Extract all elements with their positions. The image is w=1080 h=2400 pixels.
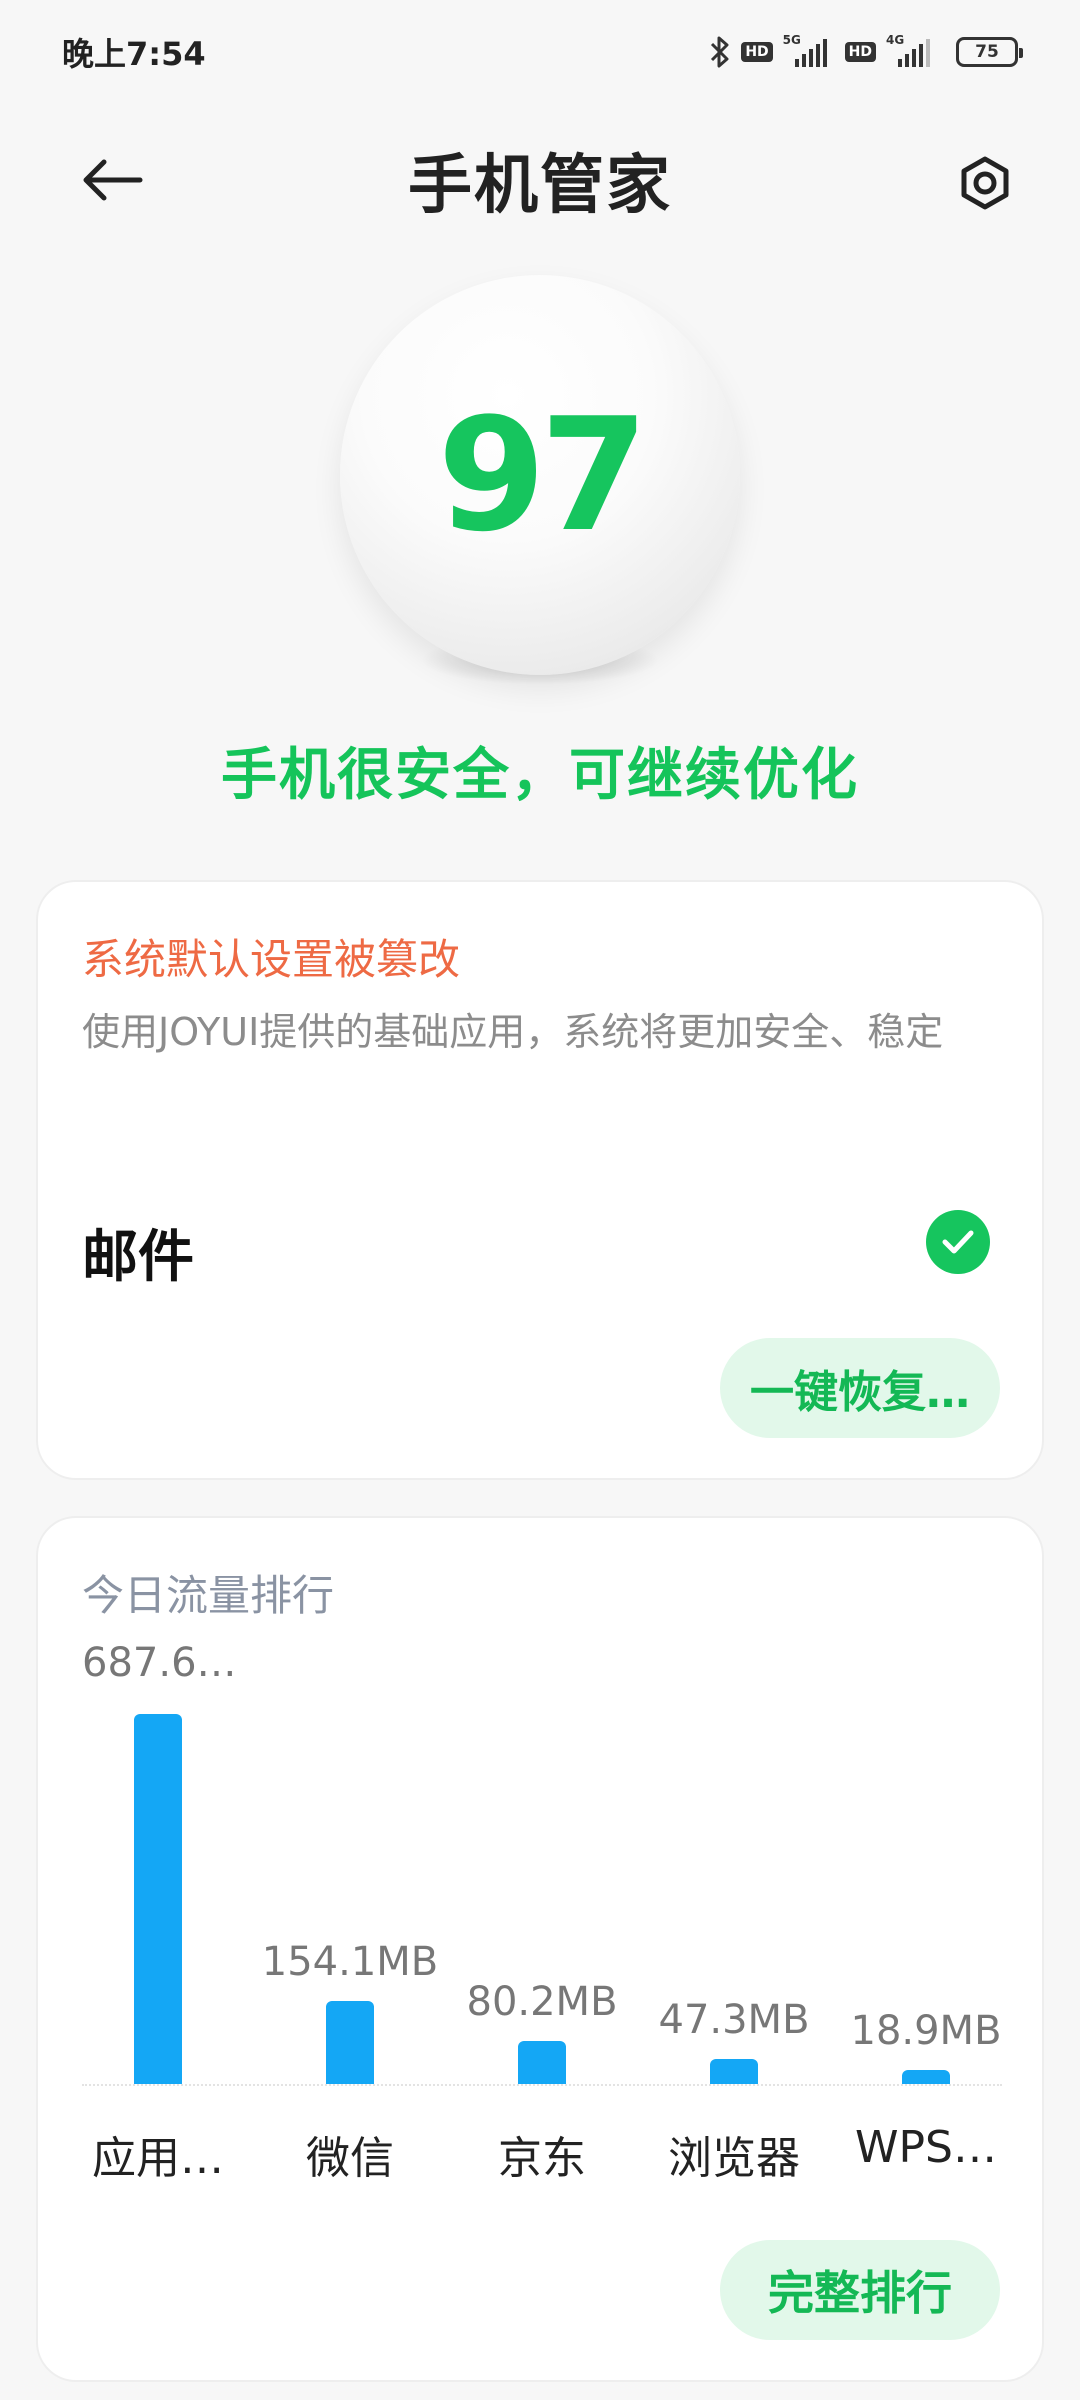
app-name-label[interactable]: 微信 <box>306 2122 394 2186</box>
status-bar: 晚上7:54 HD 5G HD 4G 75 <box>0 0 1080 104</box>
full-ranking-button[interactable]: 完整排行 <box>720 2240 1000 2340</box>
traffic-bar <box>326 2001 374 2084</box>
bar-value-label: 18.9MB <box>850 2008 1002 2054</box>
battery-icon: 75 <box>956 37 1023 67</box>
bar-value-label: 47.3MB <box>658 1997 810 2043</box>
mail-app-label: 邮件 <box>82 1225 194 1290</box>
arrow-left-icon <box>83 159 143 201</box>
bluetooth-icon <box>711 36 729 68</box>
status-icons: HD 5G HD 4G 75 <box>709 33 1023 69</box>
checkmark-icon[interactable] <box>926 1210 990 1274</box>
hd-badge: HD <box>844 42 876 62</box>
hexagon-settings-icon <box>961 156 1009 210</box>
score-ball: 97 <box>340 275 740 675</box>
app-name-label[interactable]: WPS… <box>855 2122 997 2173</box>
page-title: 手机管家 <box>408 149 672 223</box>
traffic-bar <box>902 2070 950 2084</box>
app-name-label[interactable]: 浏览器 <box>668 2122 800 2186</box>
warning-title: 系统默认设置被篡改 <box>82 935 461 984</box>
traffic-ranking-card: 今日流量排行 687.6… 应用… 154.1MB 微信 80.2MB 京东 47.3MB 浏… <box>36 1516 1044 2382</box>
traffic-bar <box>710 2059 758 2084</box>
security-status-message: 手机很安全，可继续优化 <box>221 743 859 808</box>
bar-value-label: 80.2MB <box>466 1979 618 2025</box>
traffic-bar <box>134 1714 182 2084</box>
app-name-label[interactable]: 京东 <box>498 2122 586 2186</box>
security-score[interactable]: 97 <box>340 275 740 685</box>
back-button[interactable] <box>72 150 152 210</box>
score-value: 97 <box>437 384 648 566</box>
bar-value-label: 154.1MB <box>261 1939 439 1985</box>
hd-badge: HD <box>741 42 773 62</box>
traffic-bar <box>518 2041 566 2084</box>
default-settings-card: 系统默认设置被篡改 使用JOYUI提供的基础应用，系统将更加安全、稳定 邮件 一… <box>36 880 1044 1480</box>
one-click-restore-button[interactable]: 一键恢复… <box>720 1338 1000 1438</box>
mail-app-row[interactable]: 邮件 <box>82 1202 1002 1290</box>
warning-description: 使用JOYUI提供的基础应用，系统将更加安全、稳定 <box>82 1010 944 1054</box>
bar-value-label: 687.6… <box>82 1640 237 1686</box>
header: 手机管家 <box>0 120 1080 240</box>
settings-button[interactable] <box>950 148 1020 218</box>
chart-baseline <box>82 2084 1002 2086</box>
status-time: 晚上7:54 <box>62 35 206 73</box>
battery-level: 75 <box>975 42 999 62</box>
app-name-label[interactable]: 应用… <box>92 2122 224 2186</box>
signal-5g-icon: 5G <box>783 33 835 69</box>
signal-4g-icon: 4G <box>886 33 938 69</box>
